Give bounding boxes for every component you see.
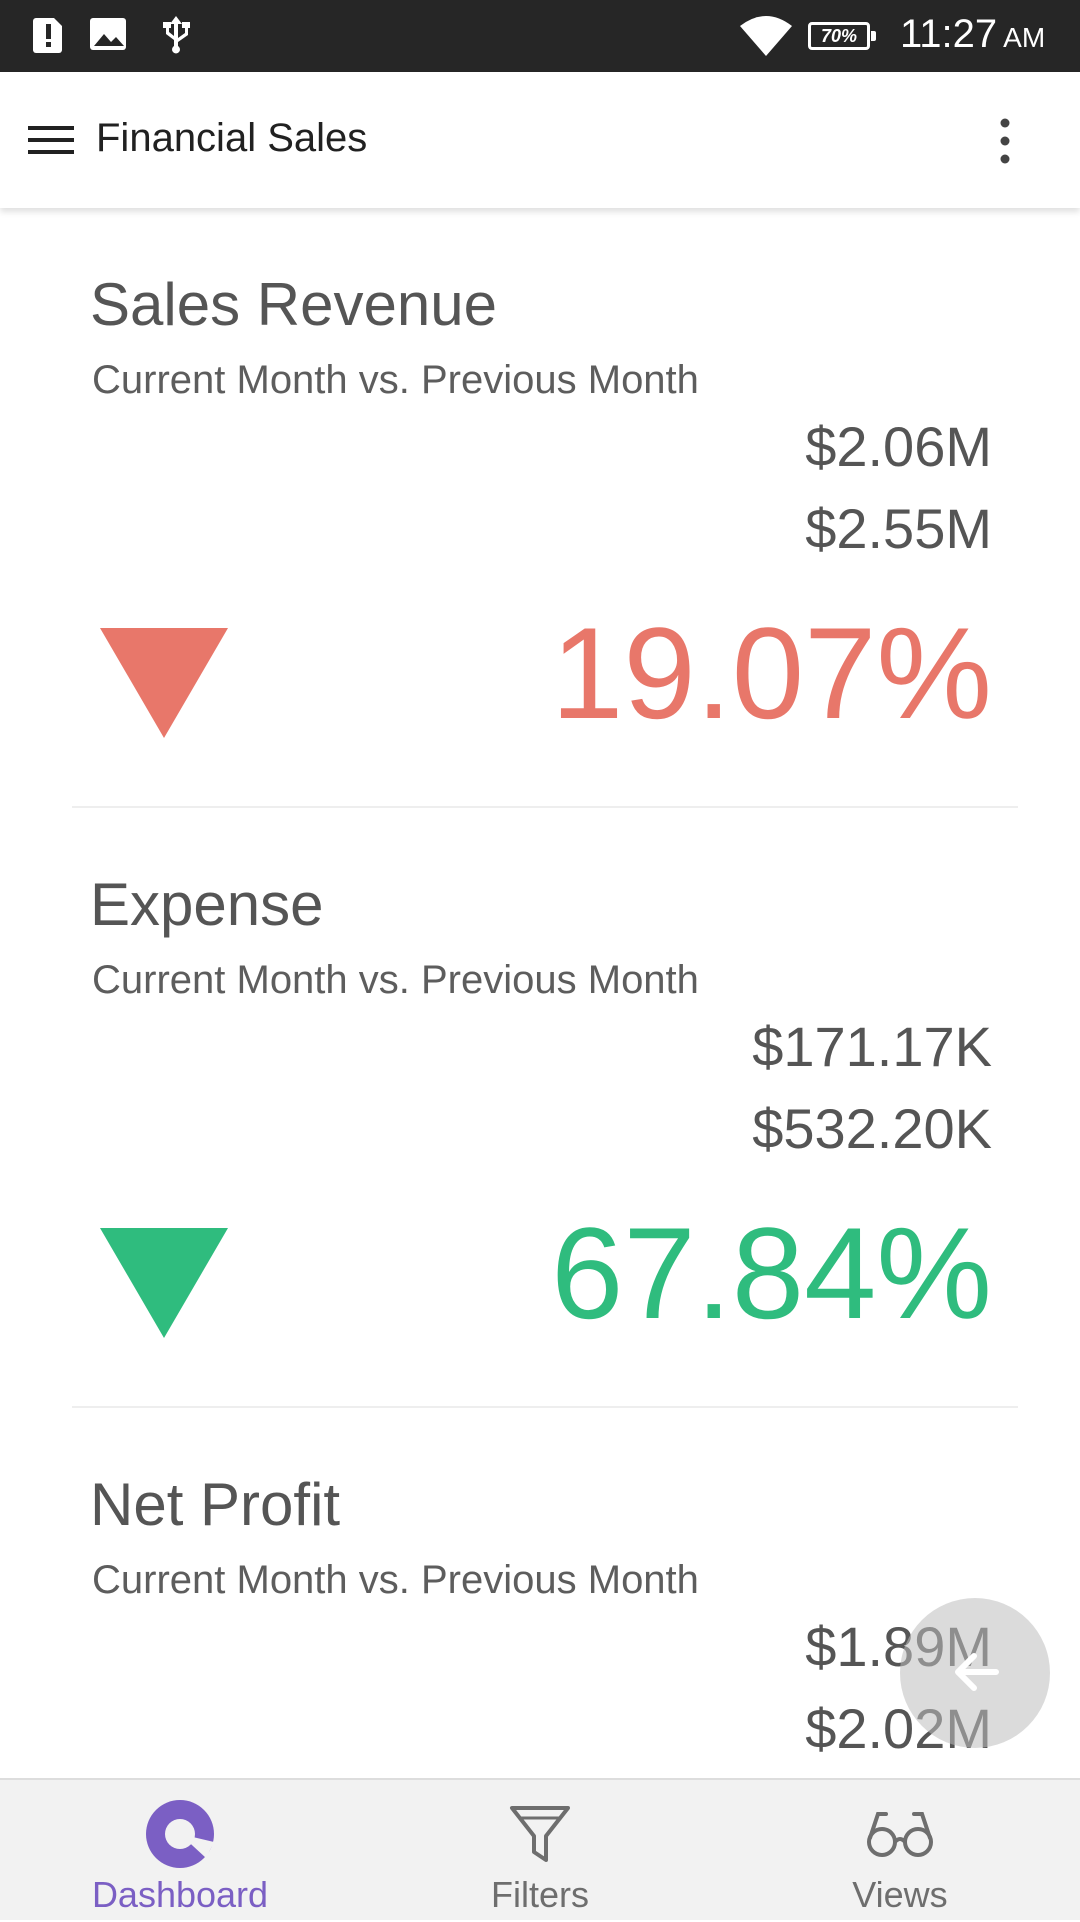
tab-filters[interactable]: Filters — [360, 1780, 720, 1922]
filter-icon — [510, 1806, 570, 1862]
kpi-current-value: $171.17K — [752, 1015, 992, 1078]
tab-label-filters: Filters — [491, 1874, 589, 1915]
clock: 11:27 AM — [900, 12, 1045, 57]
more-vert-icon — [1000, 118, 1010, 164]
tab-dashboard[interactable]: Dashboard — [0, 1780, 360, 1922]
glasses-icon — [867, 1812, 933, 1857]
status-bar: 70% 11:27 AM — [0, 0, 1080, 72]
dashboard-icon — [146, 1800, 214, 1868]
battery-level: 70% — [820, 26, 858, 46]
kpi-title: Sales Revenue — [90, 271, 497, 338]
tab-label-dashboard: Dashboard — [91, 1874, 269, 1915]
menu-icon — [28, 126, 74, 154]
kpi-subtitle: Current Month vs. Previous Month — [92, 358, 699, 402]
trend-down-icon — [100, 1228, 228, 1338]
usb-icon — [163, 16, 190, 54]
kpi-title: Net Profit — [90, 1471, 341, 1538]
kpi-card-expense[interactable]: Expense Current Month vs. Previous Month… — [72, 808, 1018, 1408]
kpi-percent-change: 19.07% — [551, 600, 992, 746]
menu-button[interactable] — [26, 120, 80, 160]
kpi-title: Expense — [90, 871, 324, 938]
kpi-card-sales-revenue[interactable]: Sales Revenue Current Month vs. Previous… — [72, 208, 1018, 808]
tab-label-views: Views — [852, 1874, 948, 1915]
alert-icon — [33, 18, 62, 53]
kpi-previous-value: $2.55M — [805, 497, 992, 560]
page-title: Financial Sales — [96, 116, 368, 160]
more-options-button[interactable] — [990, 116, 1020, 166]
wifi-icon — [740, 16, 792, 56]
dashboard-content[interactable]: Sales Revenue Current Month vs. Previous… — [0, 208, 1080, 1778]
image-icon — [90, 18, 126, 50]
kpi-current-value: $2.06M — [805, 415, 992, 478]
back-arrow-icon — [955, 1653, 999, 1691]
clock-ampm: AM — [1003, 22, 1046, 53]
tab-views[interactable]: Views — [720, 1780, 1080, 1922]
kpi-previous-value: $532.20K — [752, 1097, 992, 1160]
kpi-subtitle: Current Month vs. Previous Month — [92, 1558, 699, 1602]
clock-time: 11:27 — [900, 12, 998, 56]
bottom-navigation: Dashboard Filters Views — [0, 1778, 1080, 1920]
app-bar: Financial Sales — [0, 72, 1080, 208]
kpi-card-net-profit[interactable]: Net Profit Current Month vs. Previous Mo… — [72, 1408, 1018, 1778]
trend-down-icon — [100, 628, 228, 738]
battery-icon: 70% — [808, 22, 876, 50]
kpi-percent-change: 67.84% — [551, 1200, 992, 1346]
kpi-subtitle: Current Month vs. Previous Month — [92, 958, 699, 1002]
back-fab-button[interactable] — [900, 1598, 1050, 1748]
